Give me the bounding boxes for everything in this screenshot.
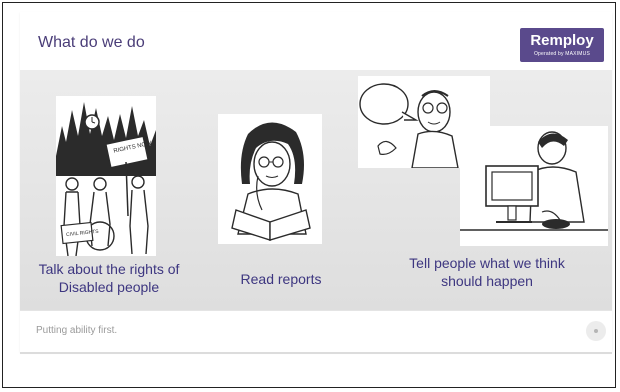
divider [20, 352, 612, 354]
remploy-logo: Remploy Operated by MAXIMUS [520, 28, 604, 62]
computer-user-icon [460, 126, 608, 246]
slide: What do we do Remploy Operated by MAXIMU… [20, 12, 612, 353]
slide-footer: Putting ability first. [20, 310, 612, 353]
logo-name: Remploy [530, 32, 594, 49]
reading-icon [218, 114, 322, 244]
slide-header: What do we do Remploy Operated by MAXIMU… [20, 12, 612, 70]
caption-read: Read reports [240, 271, 322, 287]
caption-rights: Talk about the rights of Disabled people [38, 261, 180, 295]
protest-icon: RIGHTS NOW CIVIL RIGHTS [56, 96, 156, 257]
slide-content: RIGHTS NOW CIVIL RIGHTS Talk about the r… [20, 70, 612, 310]
caption-tell: Tell people what we think should happen [409, 255, 565, 289]
page-indicator[interactable] [586, 321, 606, 341]
logo-tagline: Operated by MAXIMUS [533, 51, 591, 57]
slide-title: What do we do [38, 34, 145, 51]
dot-icon [594, 329, 598, 333]
footer-tagline: Putting ability first. [36, 325, 118, 336]
